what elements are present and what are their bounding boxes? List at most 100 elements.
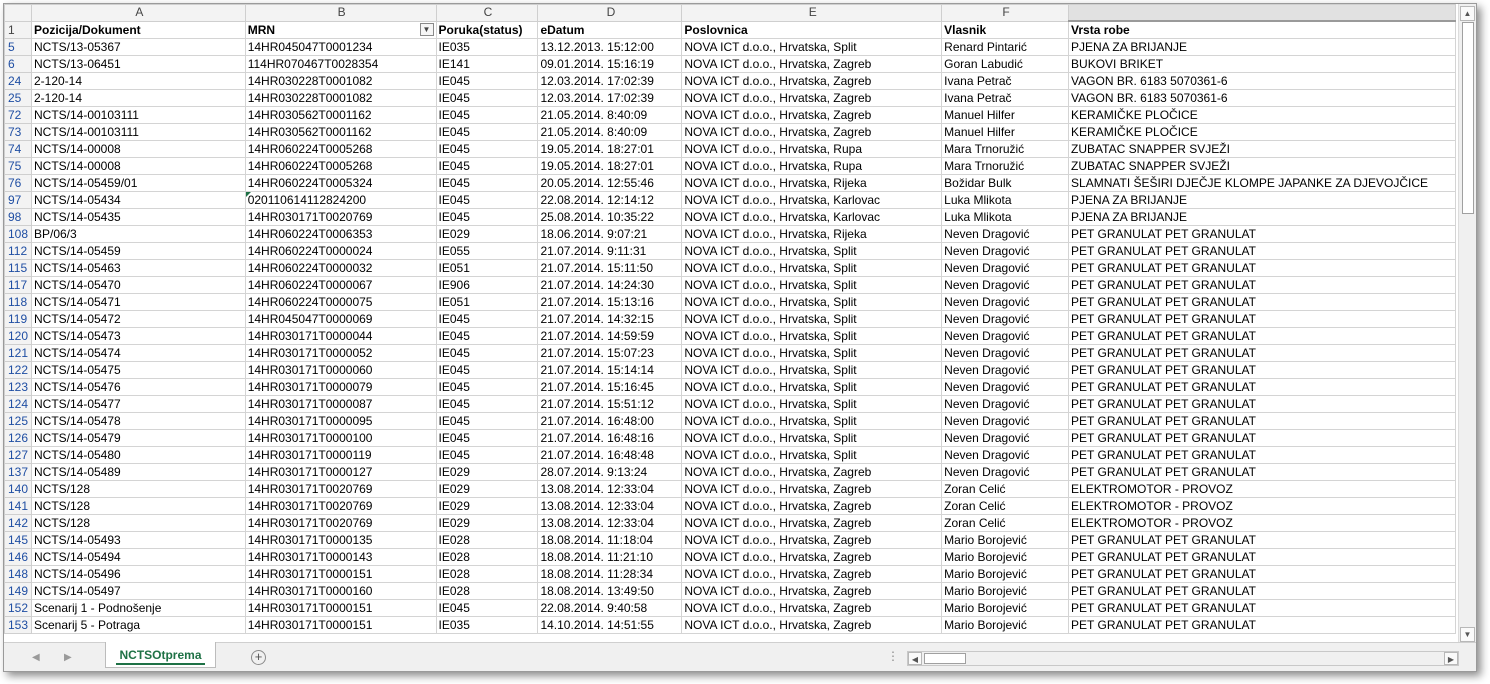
row-number[interactable]: 122 bbox=[4, 361, 32, 379]
cell-pozicija[interactable]: NCTS/14-05435 bbox=[30, 208, 246, 226]
scroll-right-icon[interactable]: ▶ bbox=[1444, 652, 1458, 665]
row-number[interactable]: 112 bbox=[4, 242, 32, 260]
row-number[interactable]: 146 bbox=[4, 548, 32, 566]
cell-vlasnik[interactable]: Mara Trnoružić bbox=[941, 140, 1070, 158]
column-header-a[interactable]: A bbox=[30, 4, 246, 22]
cell-mrn[interactable]: 14HR030171T0000100 bbox=[244, 429, 437, 447]
cell-vlasnik[interactable]: Neven Dragović bbox=[941, 259, 1070, 277]
cell-vlasnik[interactable]: Neven Dragović bbox=[941, 412, 1070, 430]
cell-vlasnik[interactable]: Neven Dragović bbox=[941, 463, 1070, 481]
row-number[interactable]: 125 bbox=[4, 412, 32, 430]
cell-poslovnica[interactable]: NOVA ICT d.o.o., Hrvatska, Split bbox=[681, 327, 943, 345]
cell-vrsta-robe[interactable]: PET GRANULAT PET GRANULAT bbox=[1068, 361, 1456, 379]
cell-edatum[interactable]: 21.05.2014. 8:40:09 bbox=[537, 106, 683, 124]
cell-vrsta-robe[interactable]: PET GRANULAT PET GRANULAT bbox=[1068, 548, 1456, 566]
cell-poslovnica[interactable]: NOVA ICT d.o.o., Hrvatska, Split bbox=[681, 378, 943, 396]
cell-poslovnica[interactable]: NOVA ICT d.o.o., Hrvatska, Zagreb bbox=[681, 599, 943, 617]
cell-vrsta-robe[interactable]: PJENA ZA BRIJANJE bbox=[1068, 208, 1456, 226]
cell-edatum[interactable]: 21.07.2014. 15:51:12 bbox=[537, 395, 683, 413]
cell-mrn[interactable]: 14HR030171T0000079 bbox=[244, 378, 437, 396]
cell-pozicija[interactable]: NCTS/14-05477 bbox=[30, 395, 246, 413]
cell-pozicija[interactable]: NCTS/14-05496 bbox=[30, 565, 246, 583]
cell-vlasnik[interactable]: Neven Dragović bbox=[941, 378, 1070, 396]
header-cell-mrn[interactable]: MRN ▼ bbox=[244, 20, 437, 39]
row-number[interactable]: 149 bbox=[4, 582, 32, 600]
select-all-corner[interactable] bbox=[4, 4, 32, 22]
add-sheet-icon[interactable]: + bbox=[251, 650, 266, 665]
row-number[interactable]: 108 bbox=[4, 225, 32, 243]
cell-vrsta-robe[interactable]: ELEKTROMOTOR - PROVOZ bbox=[1068, 497, 1456, 515]
cell-edatum[interactable]: 22.08.2014. 9:40:58 bbox=[537, 599, 683, 617]
cell-poslovnica[interactable]: NOVA ICT d.o.o., Hrvatska, Split bbox=[681, 310, 943, 328]
cell-edatum[interactable]: 12.03.2014. 17:02:39 bbox=[537, 89, 683, 107]
cell-poruka[interactable]: IE045 bbox=[435, 208, 539, 226]
cell-mrn[interactable]: 14HR030171T0000044 bbox=[244, 327, 437, 345]
cell-poslovnica[interactable]: NOVA ICT d.o.o., Hrvatska, Zagreb bbox=[681, 463, 943, 481]
cell-poruka[interactable]: IE045 bbox=[435, 378, 539, 396]
cell-pozicija[interactable]: NCTS/14-05489 bbox=[30, 463, 246, 481]
cell-vrsta-robe[interactable]: PET GRANULAT PET GRANULAT bbox=[1068, 259, 1456, 277]
cell-poslovnica[interactable]: NOVA ICT d.o.o., Hrvatska, Zagreb bbox=[681, 72, 943, 90]
cell-pozicija[interactable]: NCTS/14-05475 bbox=[30, 361, 246, 379]
cell-vlasnik[interactable]: Manuel Hilfer bbox=[941, 106, 1070, 124]
row-number[interactable]: 145 bbox=[4, 531, 32, 549]
cell-vrsta-robe[interactable]: ZUBATAC SNAPPER SVJEŽI bbox=[1068, 157, 1456, 175]
cell-vrsta-robe[interactable]: KERAMIČKE PLOČICE bbox=[1068, 123, 1456, 141]
cell-vrsta-robe[interactable]: PET GRANULAT PET GRANULAT bbox=[1068, 327, 1456, 345]
cell-poruka[interactable]: IE045 bbox=[435, 123, 539, 141]
cell-poruka[interactable]: IE029 bbox=[435, 514, 539, 532]
header-cell-pozicija[interactable]: Pozicija/Dokument bbox=[30, 20, 246, 39]
cell-vlasnik[interactable]: Mario Borojević bbox=[941, 565, 1070, 583]
cell-edatum[interactable]: 13.08.2014. 12:33:04 bbox=[537, 497, 683, 515]
row-number[interactable]: 141 bbox=[4, 497, 32, 515]
row-number[interactable]: 24 bbox=[4, 72, 32, 90]
row-number[interactable]: 120 bbox=[4, 327, 32, 345]
cell-pozicija[interactable]: NCTS/14-00103111 bbox=[30, 123, 246, 141]
cell-vrsta-robe[interactable]: PET GRANULAT PET GRANULAT bbox=[1068, 565, 1456, 583]
cell-pozicija[interactable]: NCTS/14-05480 bbox=[30, 446, 246, 464]
cell-vlasnik[interactable]: Neven Dragović bbox=[941, 276, 1070, 294]
cell-pozicija[interactable]: NCTS/13-06451 bbox=[30, 55, 246, 73]
cell-vrsta-robe[interactable]: PET GRANULAT PET GRANULAT bbox=[1068, 429, 1456, 447]
row-number[interactable]: 1 bbox=[4, 20, 32, 39]
cell-edatum[interactable]: 21.07.2014. 15:07:23 bbox=[537, 344, 683, 362]
cell-vrsta-robe[interactable]: PET GRANULAT PET GRANULAT bbox=[1068, 378, 1456, 396]
cell-edatum[interactable]: 21.07.2014. 15:16:45 bbox=[537, 378, 683, 396]
cell-poruka[interactable]: IE045 bbox=[435, 157, 539, 175]
column-header-e[interactable]: E bbox=[681, 4, 943, 22]
cell-mrn[interactable]: 14HR030171T0000095 bbox=[244, 412, 437, 430]
cell-poslovnica[interactable]: NOVA ICT d.o.o., Hrvatska, Rupa bbox=[681, 157, 943, 175]
cell-pozicija[interactable]: NCTS/14-00008 bbox=[30, 140, 246, 158]
header-cell-poruka[interactable]: Poruka(status) bbox=[435, 20, 539, 39]
cell-mrn[interactable]: 14HR030171T0000151 bbox=[244, 616, 437, 634]
cell-edatum[interactable]: 18.08.2014. 11:21:10 bbox=[537, 548, 683, 566]
row-number[interactable]: 98 bbox=[4, 208, 32, 226]
horizontal-scroll-thumb[interactable] bbox=[924, 653, 966, 664]
cell-poruka[interactable]: IE045 bbox=[435, 106, 539, 124]
cell-mrn[interactable]: 114HR070467T0028354 bbox=[244, 55, 437, 73]
cell-edatum[interactable]: 21.07.2014. 9:11:31 bbox=[537, 242, 683, 260]
cell-poslovnica[interactable]: NOVA ICT d.o.o., Hrvatska, Split bbox=[681, 276, 943, 294]
cell-poruka[interactable]: IE045 bbox=[435, 429, 539, 447]
cell-poslovnica[interactable]: NOVA ICT d.o.o., Hrvatska, Split bbox=[681, 38, 943, 56]
cell-edatum[interactable]: 18.08.2014. 13:49:50 bbox=[537, 582, 683, 600]
cell-vlasnik[interactable]: Mara Trnoružić bbox=[941, 157, 1070, 175]
cell-poruka[interactable]: IE029 bbox=[435, 463, 539, 481]
cell-poruka[interactable]: IE028 bbox=[435, 548, 539, 566]
cell-vlasnik[interactable]: Neven Dragović bbox=[941, 293, 1070, 311]
cell-pozicija[interactable]: Scenarij 5 - Potraga bbox=[30, 616, 246, 634]
cell-pozicija[interactable]: 2-120-14 bbox=[30, 72, 246, 90]
cell-mrn[interactable]: 14HR030171T0020769 bbox=[244, 208, 437, 226]
cell-vrsta-robe[interactable]: SLAMNATI ŠEŠIRI DJEČJE KLOMPE JAPANKE ZA… bbox=[1068, 174, 1456, 192]
cell-poruka[interactable]: IE051 bbox=[435, 293, 539, 311]
cell-mrn[interactable]: 14HR030171T0000160 bbox=[244, 582, 437, 600]
cell-vrsta-robe[interactable]: PJENA ZA BRIJANJE bbox=[1068, 38, 1456, 56]
cell-poslovnica[interactable]: NOVA ICT d.o.o., Hrvatska, Zagreb bbox=[681, 548, 943, 566]
vertical-scroll-thumb[interactable] bbox=[1462, 22, 1474, 214]
cell-vrsta-robe[interactable]: PET GRANULAT PET GRANULAT bbox=[1068, 582, 1456, 600]
cell-vrsta-robe[interactable]: PET GRANULAT PET GRANULAT bbox=[1068, 293, 1456, 311]
cell-poruka[interactable]: IE029 bbox=[435, 225, 539, 243]
cell-poruka[interactable]: IE045 bbox=[435, 412, 539, 430]
cell-mrn[interactable]: 14HR030228T0001082 bbox=[244, 72, 437, 90]
cell-mrn[interactable]: 14HR030171T0000052 bbox=[244, 344, 437, 362]
